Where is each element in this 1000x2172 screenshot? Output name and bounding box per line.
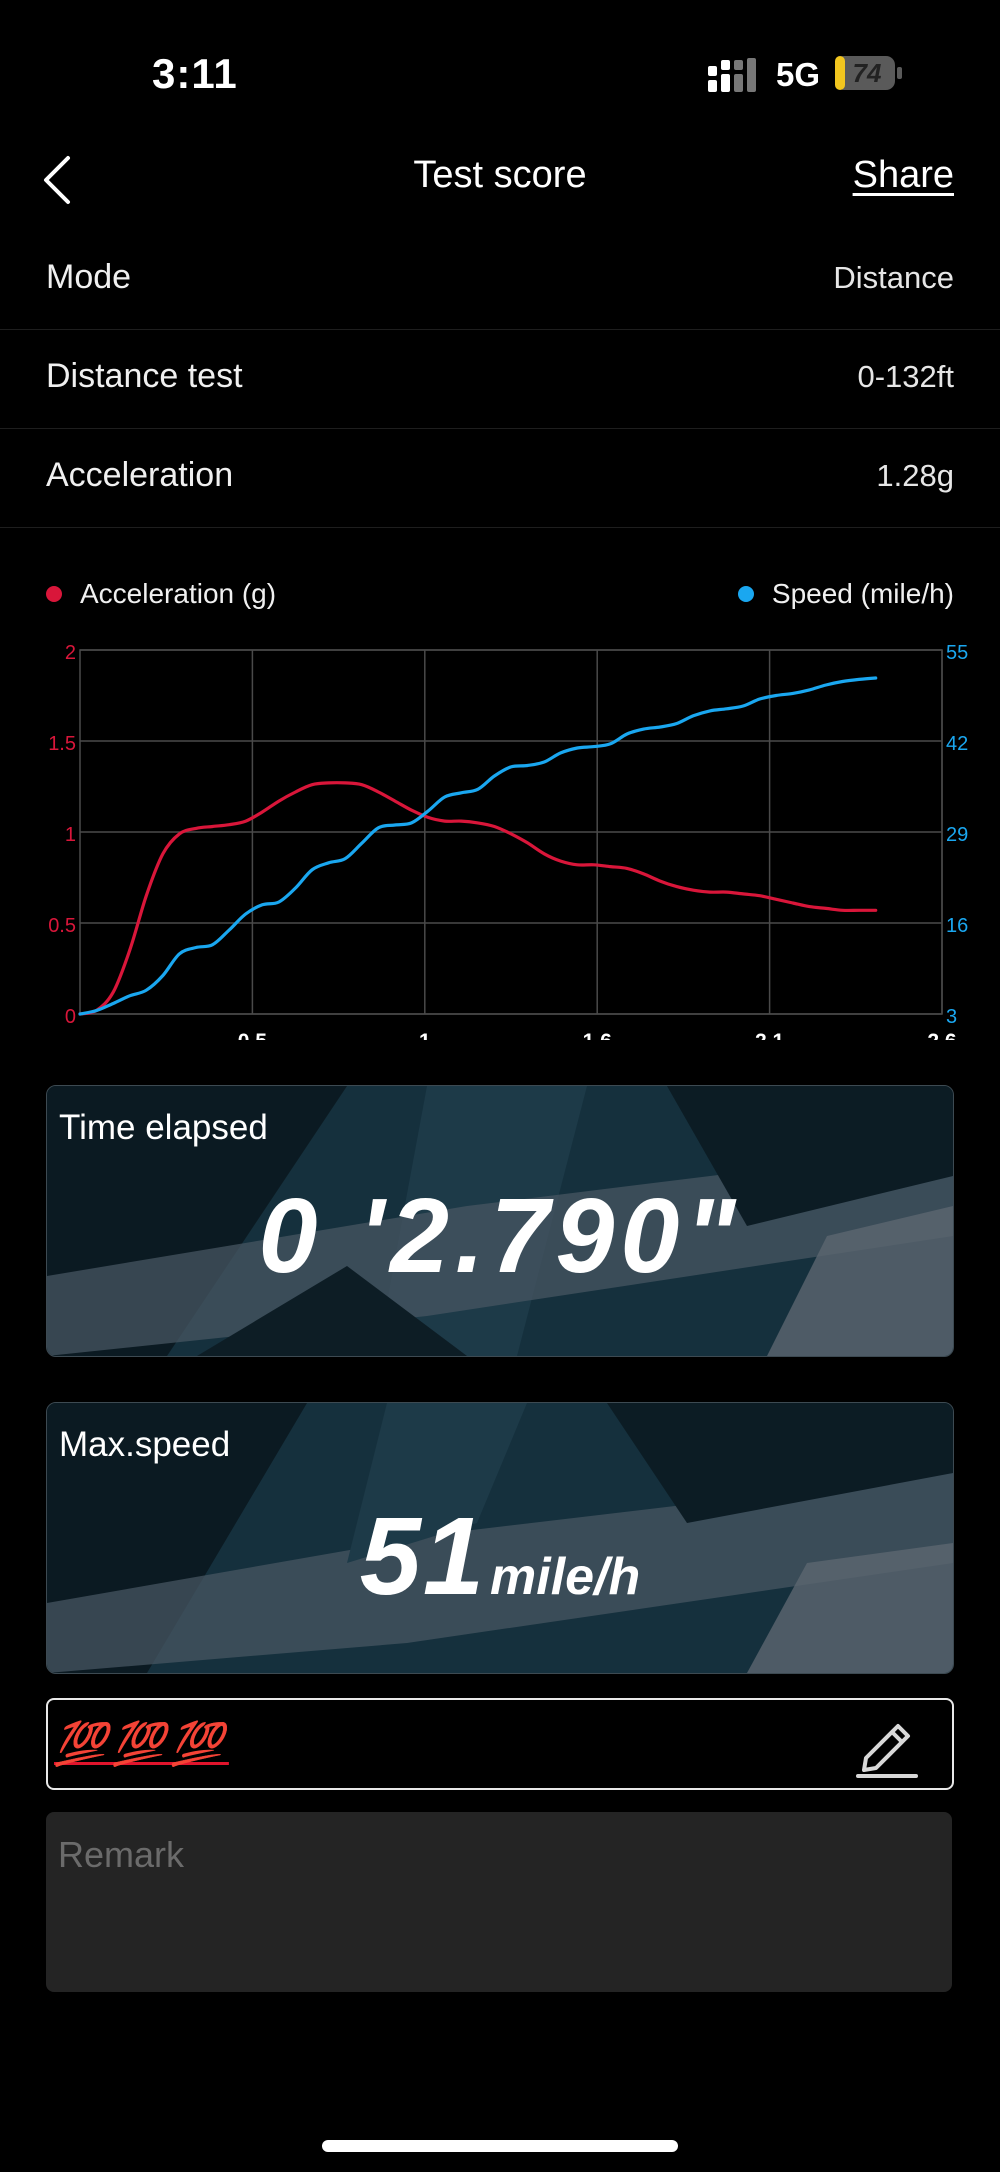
chart-legend: Acceleration (g) Speed (mile/h) xyxy=(0,570,1000,620)
info-row-value: Distance xyxy=(833,260,954,295)
y-right-tick-label: 42 xyxy=(946,733,968,755)
tag-input[interactable]: 💯💯💯 xyxy=(46,1698,954,1790)
remark-input[interactable]: Remark xyxy=(46,1812,952,1992)
acceleration-series-line xyxy=(78,781,878,1016)
info-row-value: 0-132ft xyxy=(857,359,954,394)
page-title: Test score xyxy=(413,154,587,196)
y-right-tick-label: 3 xyxy=(946,1006,957,1028)
cellular-signal-icon xyxy=(708,58,756,92)
y-left-tick-label: 1 xyxy=(65,824,76,846)
max-speed-card: Max.speed 51mile/h xyxy=(46,1402,954,1674)
tag-input-text: 💯💯💯 xyxy=(54,1720,229,1767)
max-speed-label: Max.speed xyxy=(59,1425,231,1464)
info-row-value: 1.28g xyxy=(876,458,954,493)
y-left-tick-label: 0.5 xyxy=(48,915,76,937)
y-right-tick-label: 16 xyxy=(946,915,968,937)
legend-item-speed: Speed (mile/h) xyxy=(737,578,954,610)
acceleration-speed-chart: 0 0.5 1 1.5 2 3 16 29 42 55 0.5 1 1.6 2.1 2.6 xyxy=(48,642,968,1040)
legend-dot-acceleration xyxy=(46,585,62,602)
nav-bar: Test score Share xyxy=(0,140,1000,220)
legend-item-acceleration: Acceleration (g) xyxy=(46,578,276,610)
y-right-tick-label: 29 xyxy=(946,824,968,846)
x-tick-label: 1.6 xyxy=(583,1030,612,1040)
info-row-mode: Mode Distance xyxy=(0,230,1000,330)
max-speed-value: 51 xyxy=(359,1495,487,1618)
y-right-tick-label: 55 xyxy=(946,642,968,664)
speed-series-line xyxy=(78,676,878,1016)
status-bar: 3:11 5G 74 xyxy=(0,0,1000,120)
time-elapsed-card: Time elapsed 0 '2.790" xyxy=(46,1085,954,1357)
share-button[interactable]: Share xyxy=(853,154,954,197)
x-tick-label: 0.5 xyxy=(238,1030,268,1040)
time-elapsed-label: Time elapsed xyxy=(59,1108,268,1147)
remark-placeholder: Remark xyxy=(58,1834,185,1875)
pencil-edit-icon[interactable] xyxy=(852,1710,922,1778)
info-row-label: Acceleration xyxy=(46,456,234,494)
x-tick-label: 2.1 xyxy=(755,1030,785,1040)
max-speed-value-row: 51mile/h xyxy=(47,1493,953,1620)
legend-dot-speed xyxy=(737,585,754,602)
info-row-label: Distance test xyxy=(46,357,243,395)
y-left-tick-label: 2 xyxy=(65,642,76,664)
x-tick-label: 2.6 xyxy=(927,1030,956,1040)
y-left-tick-label: 1.5 xyxy=(48,733,76,755)
info-row-distance-test: Distance test 0-132ft xyxy=(0,329,1000,429)
status-time: 3:11 xyxy=(152,50,238,97)
max-speed-unit: mile/h xyxy=(490,1548,641,1606)
time-elapsed-value: 0 '2.790" xyxy=(258,1177,742,1295)
home-indicator[interactable] xyxy=(322,2140,678,2152)
info-row-acceleration: Acceleration 1.28g xyxy=(0,428,1000,528)
legend-label: Acceleration (g) xyxy=(80,578,277,609)
y-left-tick-label: 0 xyxy=(65,1006,76,1028)
x-tick-label: 1 xyxy=(419,1030,431,1040)
legend-label: Speed (mile/h) xyxy=(771,578,954,609)
battery-level: 74 xyxy=(852,58,882,88)
info-row-label: Mode xyxy=(46,258,132,296)
network-type: 5G xyxy=(776,56,821,93)
